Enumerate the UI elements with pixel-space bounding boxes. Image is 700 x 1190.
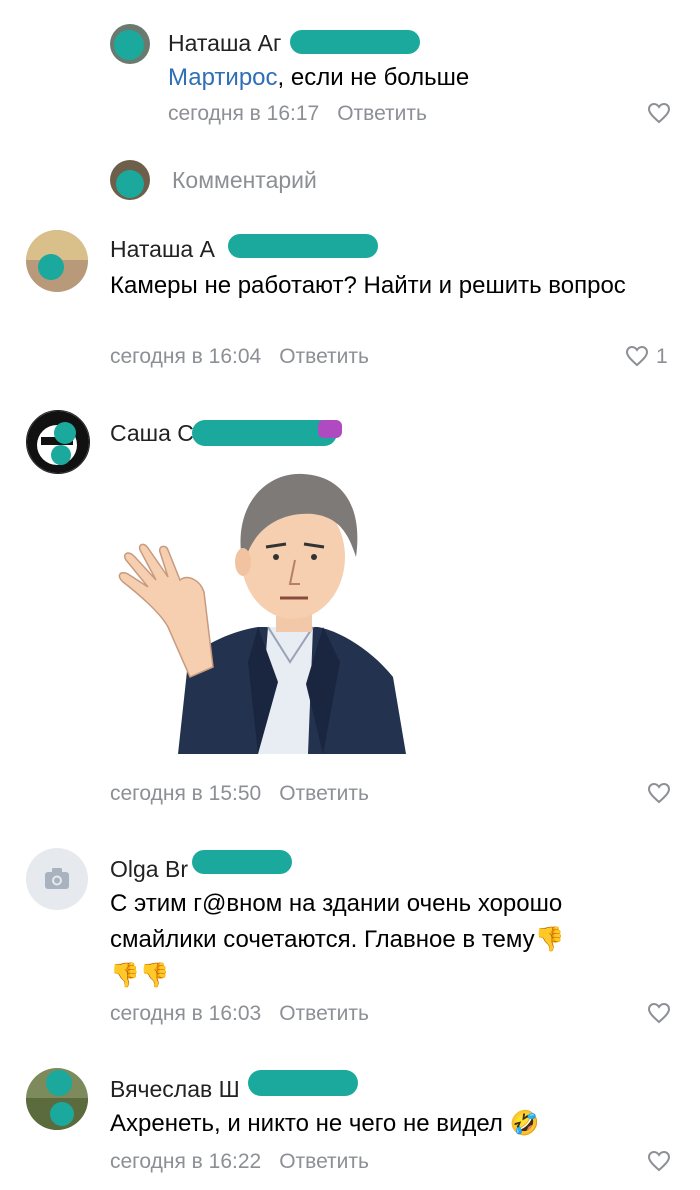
comment-time: сегодня в 16:17 (168, 102, 320, 125)
thumbs-down-icon: 👎 (534, 926, 565, 953)
comment-time: сегодня в 16:04 (110, 345, 262, 368)
like-heart-icon[interactable] (647, 1150, 671, 1172)
purple-devil-icon (318, 420, 342, 438)
comment-text: Ахренеть, и никто не чего не видел 🤣 (110, 1110, 540, 1137)
comment-author[interactable]: Наташа Аг (168, 30, 281, 57)
avatar[interactable] (26, 230, 88, 292)
rolling-laughing-icon: 🤣 (509, 1110, 540, 1137)
comment-author[interactable]: Вячеслав Ш (110, 1076, 240, 1103)
avatar[interactable] (26, 848, 88, 910)
redaction-mark (192, 850, 292, 874)
like-heart-icon[interactable] (625, 345, 649, 367)
reply-button[interactable]: Ответить (337, 102, 427, 125)
avatar[interactable] (26, 410, 90, 474)
comment-time: сегодня в 16:03 (110, 1002, 262, 1025)
comment-input[interactable]: Комментарий (172, 167, 317, 194)
sticker-image[interactable] (108, 462, 408, 754)
comment-author[interactable]: Наташа А (110, 236, 215, 263)
redaction-mark (228, 234, 378, 258)
redaction-mark (248, 1070, 358, 1096)
like-heart-icon[interactable] (647, 102, 671, 124)
comment-meta: сегодня в 16:22 Ответить (110, 1150, 369, 1174)
camera-icon (45, 868, 69, 889)
like-count: 1 (656, 345, 668, 368)
avatar[interactable] (26, 1068, 88, 1130)
comment-meta: сегодня в 16:17 Ответить (168, 102, 427, 126)
comment-meta: сегодня в 15:50 Ответить (110, 782, 369, 806)
like-heart-icon[interactable] (647, 782, 671, 804)
comment-text: Мартирос, если не больше (168, 64, 470, 91)
comment-emoji-line: 👎👎 (110, 958, 170, 994)
reply-button[interactable]: Ответить (279, 782, 369, 805)
comment-text: С этим г@вном на здании очень хорошо сма… (110, 890, 565, 953)
comment-time: сегодня в 15:50 (110, 782, 262, 805)
comment-text: Камеры не работают? Найти и решить вопро… (110, 272, 626, 299)
redaction-mark (192, 420, 337, 446)
like-heart-icon[interactable] (647, 1002, 671, 1024)
comment-time: сегодня в 16:22 (110, 1150, 262, 1173)
comment-meta: сегодня в 16:04 Ответить (110, 345, 369, 369)
reply-button[interactable]: Ответить (279, 1002, 369, 1025)
reply-button[interactable]: Ответить (279, 345, 369, 368)
avatar[interactable] (110, 24, 150, 64)
mention-link[interactable]: Мартирос (168, 64, 278, 91)
redaction-mark (290, 30, 420, 54)
avatar-image (27, 411, 89, 473)
thumbs-down-icon: 👎👎 (110, 962, 170, 989)
avatar (110, 160, 150, 200)
comment-meta: сегодня в 16:03 Ответить (110, 1002, 369, 1026)
comment-author[interactable]: Olga Br (110, 856, 188, 883)
reply-button[interactable]: Ответить (279, 1150, 369, 1173)
comment-author[interactable]: Саша С (110, 420, 194, 447)
